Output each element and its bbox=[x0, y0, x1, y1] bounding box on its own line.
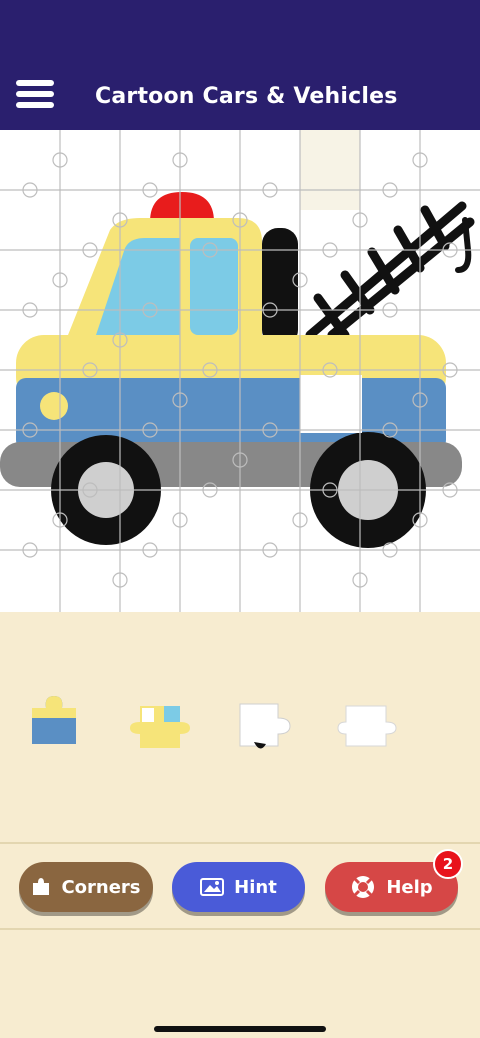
white-black-piece-icon[interactable] bbox=[234, 694, 298, 758]
toolbar-divider-bottom bbox=[0, 928, 480, 930]
puzzle-board[interactable] bbox=[0, 130, 480, 612]
yellow-blue-piece-icon[interactable] bbox=[128, 694, 192, 758]
puzzle-piece-icon bbox=[31, 877, 51, 897]
app-header: Cartoon Cars & Vehicles bbox=[0, 0, 480, 130]
lifebuoy-icon bbox=[350, 874, 376, 900]
corners-label: Corners bbox=[61, 876, 141, 898]
help-label: Help bbox=[386, 876, 433, 898]
white-piece-icon[interactable] bbox=[336, 694, 400, 758]
toolbar-divider-top bbox=[0, 842, 480, 844]
corners-button[interactable]: Corners bbox=[19, 862, 153, 912]
image-icon bbox=[200, 877, 225, 897]
hamburger-menu-icon[interactable] bbox=[16, 80, 54, 112]
page-title: Cartoon Cars & Vehicles bbox=[95, 84, 398, 109]
hint-button[interactable]: Hint bbox=[172, 862, 305, 912]
home-indicator[interactable] bbox=[154, 1026, 326, 1032]
hint-label: Hint bbox=[234, 876, 277, 898]
help-count-badge: 2 bbox=[433, 849, 463, 879]
blue-yellow-piece-icon[interactable] bbox=[22, 694, 86, 758]
puzzle-image bbox=[0, 130, 480, 612]
